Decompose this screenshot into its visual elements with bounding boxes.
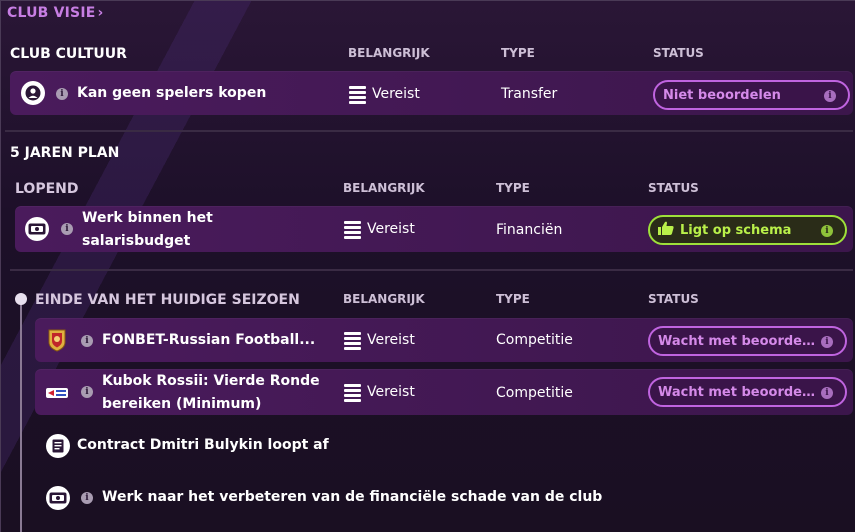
info-icon[interactable]: i bbox=[821, 225, 833, 237]
divider bbox=[5, 130, 853, 132]
type-value: Financiën bbox=[496, 222, 563, 238]
type-value: Competitie bbox=[496, 385, 573, 401]
col-type: TYPE bbox=[496, 292, 530, 306]
col-importance: BELANGRIJK bbox=[348, 46, 430, 60]
info-icon[interactable]: i bbox=[81, 492, 93, 504]
info-icon[interactable]: i bbox=[56, 88, 68, 100]
league-badge-icon bbox=[47, 328, 67, 352]
importance-value: Vereist bbox=[367, 221, 415, 237]
col-type: TYPE bbox=[501, 46, 535, 60]
col-type: TYPE bbox=[496, 181, 530, 195]
type-value: Transfer bbox=[501, 86, 558, 102]
info-icon[interactable]: i bbox=[824, 90, 836, 102]
breadcrumb[interactable]: CLUB VISIE › bbox=[7, 5, 104, 21]
objective-name: Kan geen spelers kopen bbox=[77, 85, 267, 101]
status-label: Ligt op schema bbox=[680, 222, 792, 238]
objective-name: Contract Dmitri Bulykin loopt af bbox=[77, 437, 329, 453]
col-importance: BELANGRIJK bbox=[343, 292, 425, 306]
ongoing-title: LOPEND bbox=[15, 181, 79, 197]
col-status: STATUS bbox=[648, 292, 699, 306]
end-of-season-title: EINDE VAN HET HUIDIGE SEIZOEN bbox=[35, 292, 300, 308]
objective-name-line2: bereiken (Minimum) bbox=[102, 396, 262, 412]
importance-icon bbox=[344, 221, 361, 239]
status-label: Niet beoordelen bbox=[663, 87, 781, 103]
club-culture-title: CLUB CULTUUR bbox=[10, 46, 127, 62]
info-icon[interactable]: i bbox=[821, 336, 833, 348]
info-icon[interactable]: i bbox=[821, 387, 833, 399]
divider bbox=[10, 269, 853, 271]
status-label: Wacht met beoordeli... bbox=[658, 333, 818, 349]
ongoing-row[interactable]: i Werk binnen het salarisbudget Vereist … bbox=[15, 206, 853, 252]
col-status: STATUS bbox=[648, 181, 699, 195]
info-icon[interactable]: i bbox=[81, 335, 93, 347]
money-icon bbox=[25, 217, 49, 241]
end-of-season-row[interactable]: i FONBET-Russian Football... Vereist Com… bbox=[35, 318, 853, 362]
importance-value: Vereist bbox=[372, 86, 420, 102]
breadcrumb-label[interactable]: CLUB VISIE bbox=[7, 5, 96, 21]
info-icon[interactable]: i bbox=[81, 386, 93, 398]
end-of-season-row[interactable]: i Kubok Rossii: Vierde Ronde bereiken (M… bbox=[35, 369, 853, 415]
status-badge[interactable]: Niet beoordelen i bbox=[653, 80, 850, 110]
person-icon bbox=[21, 81, 45, 105]
importance-icon bbox=[344, 332, 361, 350]
objective-name-line1: Werk binnen het bbox=[82, 210, 213, 226]
importance-value: Vereist bbox=[367, 384, 415, 400]
col-importance: BELANGRIJK bbox=[343, 181, 425, 195]
cup-badge-icon bbox=[45, 385, 69, 399]
type-value: Competitie bbox=[496, 332, 573, 348]
status-badge[interactable]: Wacht met beoordeli... i bbox=[648, 326, 847, 356]
status-label: Wacht met beoordeli... bbox=[658, 384, 818, 400]
contract-icon bbox=[46, 434, 70, 458]
objective-name-line1: Kubok Rossii: Vierde Ronde bbox=[102, 373, 320, 389]
importance-icon bbox=[344, 384, 361, 402]
info-icon[interactable]: i bbox=[61, 223, 73, 235]
thumbs-up-icon bbox=[658, 221, 674, 239]
chevron-right-icon: › bbox=[97, 5, 104, 21]
objective-name: FONBET-Russian Football... bbox=[102, 332, 316, 348]
money-icon bbox=[46, 486, 70, 510]
status-badge[interactable]: Ligt op schema i bbox=[648, 215, 847, 245]
col-status: STATUS bbox=[653, 46, 704, 60]
timeline-dot bbox=[15, 293, 27, 305]
five-year-plan-title: 5 JAREN PLAN bbox=[10, 145, 120, 161]
status-badge[interactable]: Wacht met beoordeli... i bbox=[648, 377, 847, 407]
importance-icon bbox=[349, 86, 366, 104]
objective-name-line2: salarisbudget bbox=[82, 233, 191, 249]
importance-value: Vereist bbox=[367, 332, 415, 348]
objective-name: Werk naar het verbeteren van de financië… bbox=[102, 489, 603, 505]
timeline-line bbox=[20, 299, 22, 532]
club-culture-row[interactable]: i Kan geen spelers kopen Vereist Transfe… bbox=[10, 71, 853, 115]
